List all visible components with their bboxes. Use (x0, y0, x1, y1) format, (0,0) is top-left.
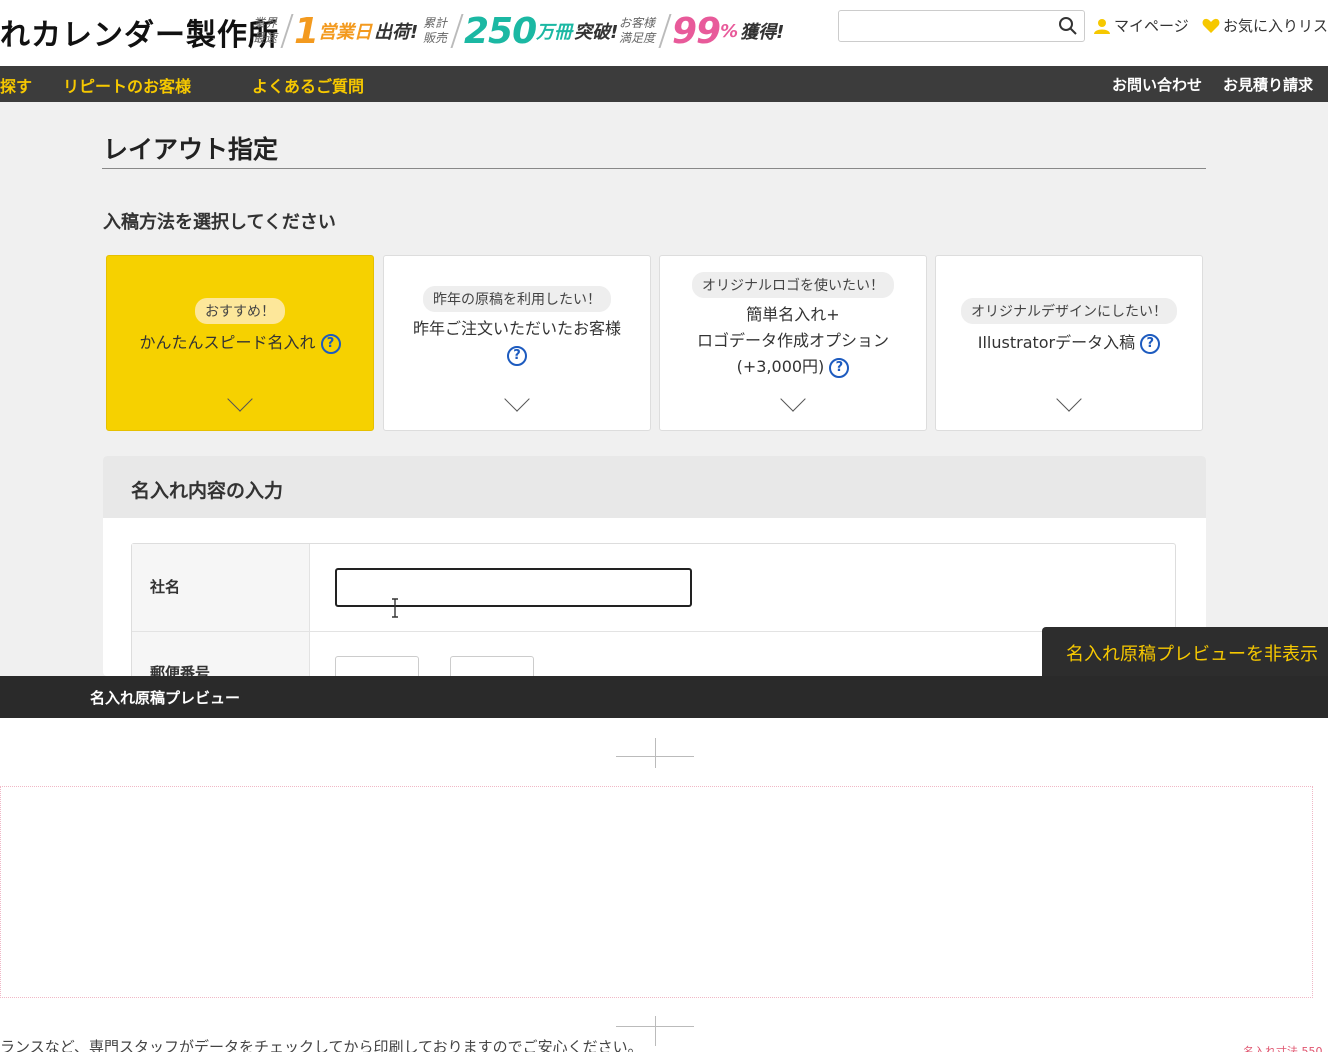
postal-code-input-1[interactable] (335, 656, 419, 676)
stat-satisfaction: お客様 満足度 99 % 獲得! (614, 8, 784, 54)
nav-item-quote-request[interactable]: お見積り請求 (1223, 74, 1313, 95)
card-badge: おすすめ！ (195, 298, 285, 324)
card-title: かんたんスピード名入れ (139, 333, 316, 352)
main-nav: 探す リピートのお客様 よくあるご質問 お問い合わせ お見積り請求 (0, 66, 1328, 102)
page-title: レイアウト指定 (103, 135, 279, 164)
option-card-logo-data[interactable]: オリジナルロゴを使いたい！ 簡単名入れ+ ロゴデータ作成オプション (+3,00… (659, 255, 927, 431)
nav-item-faq[interactable]: よくあるご質問 (252, 73, 364, 97)
crop-mark (655, 738, 656, 768)
preview-bar: 名入れ原稿プレビュー (0, 676, 1328, 718)
nav-item-contact[interactable]: お問い合わせ (1112, 74, 1202, 95)
nav-item-repeat-customers[interactable]: リピートのお客様 (63, 73, 191, 97)
form-row-company: 社名 (132, 544, 1175, 632)
chevron-down-icon (227, 386, 253, 412)
title-divider (102, 168, 1206, 169)
stat-shipping-suffix: 出荷! (374, 22, 419, 43)
company-name-input[interactable] (335, 568, 692, 607)
hide-preview-button[interactable]: 名入れ原稿プレビューを非表示 (1042, 627, 1328, 677)
stat-shipping: 業界 最速 1 営業日 出荷! (248, 8, 418, 54)
stat-sales-value: 250 (464, 10, 537, 52)
card-badge: オリジナルデザインにしたい！ (961, 298, 1177, 324)
nav-item-search[interactable]: 探す (0, 73, 32, 97)
card-badge: オリジナルロゴを使いたい！ (692, 272, 894, 298)
chevron-down-icon (780, 386, 806, 412)
postal-code-input-2[interactable] (450, 656, 534, 676)
chevron-down-icon (1056, 386, 1082, 412)
heart-icon (1202, 18, 1220, 33)
crop-mark (655, 1016, 656, 1046)
section-subtitle: 入稿方法を選択してください (103, 212, 336, 233)
form-row-postal: 郵便番号 (132, 632, 1175, 676)
help-icon[interactable]: ? (320, 333, 341, 354)
stat-satisfaction-caption: お客様 満足度 (618, 16, 655, 45)
stat-sales-suffix: 突破! (574, 22, 619, 43)
card-title: Illustratorデータ入稿 (977, 333, 1136, 352)
search-input[interactable] (845, 12, 1055, 40)
stat-satisfaction-suffix: 獲得! (740, 22, 785, 43)
divider (450, 14, 464, 48)
site-logo[interactable]: れカレンダー製作所 (0, 10, 279, 54)
option-card-repeat-order[interactable]: 昨年の原稿を利用したい！ 昨年ご注文いただいたお客様 ? (383, 255, 651, 431)
favorites-link[interactable]: お気に入りリスト (1202, 15, 1328, 36)
name-form: 社名 郵便番号 (131, 543, 1176, 676)
card-price: (+3,000円) (736, 357, 825, 376)
postal-label: 郵便番号 (132, 632, 310, 676)
divider (658, 14, 672, 48)
user-icon (1094, 18, 1110, 34)
search-box[interactable] (838, 10, 1085, 42)
favorites-label: お気に入りリスト (1223, 17, 1328, 35)
stat-satisfaction-value: 99 (672, 10, 721, 52)
preview-note: ランスなど、専門スタッフがデータをチェックしてから印刷しておりますのでご安心くだ… (0, 1038, 643, 1052)
preview-area: ランスなど、専門スタッフがデータをチェックしてから印刷しておりますのでご安心くだ… (0, 718, 1328, 1052)
chevron-down-icon (504, 386, 530, 412)
card-badge: 昨年の原稿を利用したい！ (423, 286, 611, 312)
divider (280, 14, 294, 48)
mypage-label: マイページ (1114, 17, 1189, 35)
stat-sales: 累計 販売 250 万冊 突破! (418, 8, 618, 54)
option-card-speed-name[interactable]: おすすめ！ かんたんスピード名入れ ? (106, 255, 374, 431)
text-cursor-icon (392, 598, 398, 618)
preview-size-note: 名入れ寸法 550 (1243, 1045, 1323, 1052)
stat-shipping-value: 1 (294, 10, 319, 52)
stat-shipping-caption: 業界 最速 (252, 16, 277, 45)
help-icon[interactable]: ? (829, 357, 850, 378)
option-card-illustrator[interactable]: オリジナルデザインにしたい！ Illustratorデータ入稿 ? (935, 255, 1203, 431)
mypage-link[interactable]: マイページ (1093, 15, 1189, 36)
card-title: 昨年ご注文いただいたお客様 (412, 319, 621, 338)
stat-satisfaction-unit: % (720, 20, 739, 42)
panel-title: 名入れ内容の入力 (103, 456, 1206, 518)
stat-sales-caption: 累計 販売 (422, 16, 447, 45)
search-icon[interactable] (1058, 16, 1078, 36)
preview-canvas (0, 786, 1313, 998)
name-input-panel: 名入れ内容の入力 社名 郵便番号 (103, 456, 1206, 676)
card-title: 簡単名入れ+ (746, 305, 840, 324)
card-subtitle: ロゴデータ作成オプション (696, 331, 889, 350)
stat-shipping-unit: 営業日 (318, 22, 373, 43)
preview-title: 名入れ原稿プレビュー (90, 689, 241, 707)
company-label: 社名 (132, 544, 310, 631)
help-icon[interactable]: ? (507, 345, 527, 366)
site-header: れカレンダー製作所 業界 最速 1 営業日 出荷! 累計 販売 250 万冊 突破!… (0, 0, 1328, 66)
help-icon[interactable]: ? (1140, 333, 1161, 354)
stat-sales-unit: 万冊 (536, 22, 573, 43)
